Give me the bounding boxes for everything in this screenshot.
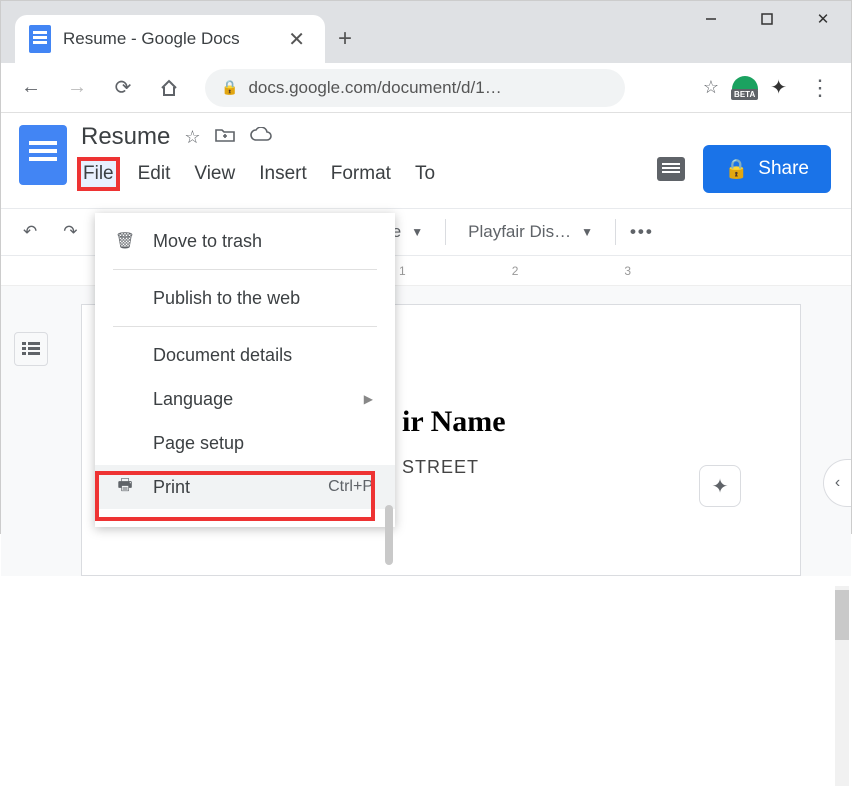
- print-icon: 🖶: [113, 474, 137, 501]
- menu-item-document-details[interactable]: Document details: [95, 333, 395, 377]
- menu-view[interactable]: View: [192, 161, 237, 187]
- toolbar-overflow-button[interactable]: •••: [630, 222, 654, 242]
- close-tab-icon[interactable]: ✕: [282, 27, 311, 52]
- menu-format[interactable]: Format: [329, 161, 393, 187]
- forward-button[interactable]: →: [57, 68, 97, 108]
- menu-file[interactable]: File: [81, 161, 116, 187]
- new-tab-button[interactable]: +: [325, 19, 365, 59]
- document-outline-button[interactable]: [14, 332, 48, 366]
- separator: [113, 326, 377, 327]
- cloud-status-icon[interactable]: [249, 127, 273, 148]
- menu-insert[interactable]: Insert: [257, 161, 309, 187]
- window-titlebar: Resume - Google Docs ✕ + ✕: [1, 1, 851, 63]
- submenu-arrow-icon: ▶: [364, 392, 373, 406]
- reload-button[interactable]: ⟳: [103, 68, 143, 108]
- separator: [445, 219, 446, 245]
- comments-icon[interactable]: [657, 157, 685, 181]
- chevron-down-icon: ▼: [411, 225, 423, 239]
- url-text: docs.google.com/document/d/1…: [248, 78, 501, 98]
- vertical-scrollbar[interactable]: [835, 586, 849, 786]
- lock-icon: 🔒: [221, 79, 238, 96]
- separator: [615, 219, 616, 245]
- separator: [113, 269, 377, 270]
- menu-tools-cut[interactable]: To: [413, 161, 437, 187]
- beta-extension-icon[interactable]: BETA: [731, 76, 758, 100]
- keyboard-shortcut: Ctrl+P: [328, 478, 373, 496]
- menu-item-print[interactable]: 🖶 Print Ctrl+P: [95, 465, 395, 509]
- document-title[interactable]: Resume: [81, 123, 170, 151]
- font-family-dropdown[interactable]: Playfair Dis… ▼: [460, 222, 601, 242]
- close-window-button[interactable]: ✕: [795, 1, 851, 37]
- menu-scrollbar-thumb[interactable]: [385, 505, 393, 565]
- home-button[interactable]: [149, 68, 189, 108]
- docs-logo-icon[interactable]: [19, 125, 67, 185]
- chrome-menu-icon[interactable]: ⋮: [799, 75, 841, 101]
- tab-title: Resume - Google Docs: [63, 29, 270, 49]
- file-menu-dropdown: 🗑 Move to trash Publish to the web Docum…: [95, 213, 395, 527]
- address-bar[interactable]: 🔒 docs.google.com/document/d/1…: [205, 69, 625, 107]
- window-controls: ✕: [683, 1, 851, 37]
- trash-icon: 🗑: [113, 231, 137, 251]
- share-button[interactable]: 🔒 Share: [703, 145, 831, 193]
- extensions-icon[interactable]: ✦: [770, 75, 787, 100]
- docs-header: Resume ☆ File Edit View Insert Format To…: [1, 113, 851, 208]
- explore-button[interactable]: ✦: [699, 465, 741, 507]
- menu-item-page-setup[interactable]: Page setup: [95, 421, 395, 465]
- resume-name-heading: ir Name: [402, 405, 760, 439]
- move-document-icon[interactable]: [215, 127, 235, 148]
- undo-button[interactable]: ↶: [17, 218, 43, 246]
- redo-button[interactable]: ↷: [57, 218, 83, 246]
- chevron-down-icon: ▼: [581, 225, 593, 239]
- scroll-thumb[interactable]: [835, 590, 849, 640]
- star-document-icon[interactable]: ☆: [184, 127, 200, 148]
- browser-tab[interactable]: Resume - Google Docs ✕: [15, 15, 325, 63]
- menu-edit[interactable]: Edit: [136, 161, 173, 187]
- menu-item-publish-web[interactable]: Publish to the web: [95, 276, 395, 320]
- menu-item-move-to-trash[interactable]: 🗑 Move to trash: [95, 219, 395, 263]
- docs-menubar: File Edit View Insert Format To: [81, 161, 657, 187]
- browser-toolbar: ← → ⟳ 🔒 docs.google.com/document/d/1… ☆ …: [1, 63, 851, 113]
- minimize-button[interactable]: [683, 1, 739, 37]
- maximize-button[interactable]: [739, 1, 795, 37]
- bookmark-star-icon[interactable]: ☆: [703, 77, 719, 98]
- lock-icon: 🔒: [725, 157, 749, 181]
- menu-item-language[interactable]: Language ▶: [95, 377, 395, 421]
- back-button[interactable]: ←: [11, 68, 51, 108]
- docs-favicon: [29, 25, 51, 53]
